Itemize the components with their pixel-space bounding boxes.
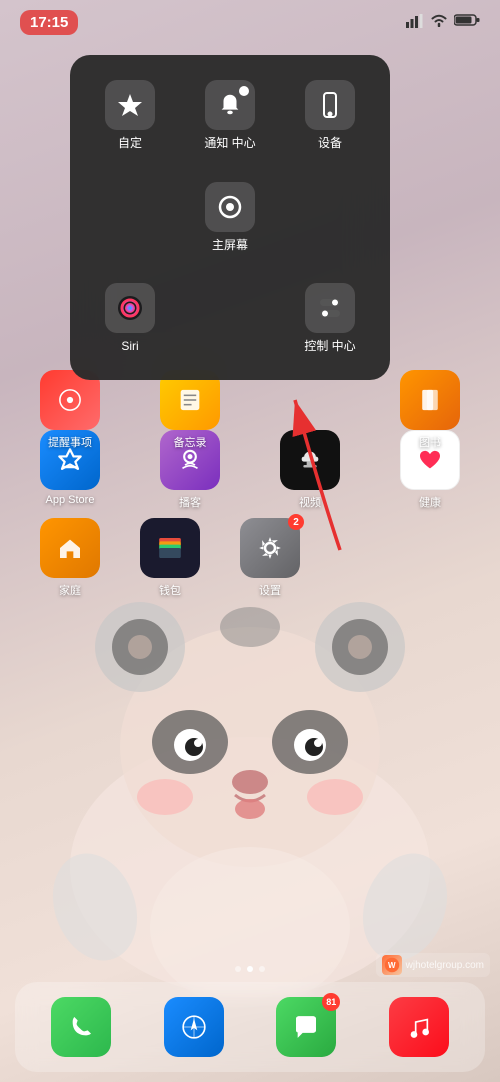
menu-item-device[interactable]: 设备	[285, 70, 375, 162]
settings-badge: 2	[288, 514, 304, 530]
appletv-label: 视频	[299, 494, 321, 510]
menu-notification-label: 通知 中心	[204, 136, 255, 152]
bell-icon-box	[205, 80, 255, 130]
dock-safari[interactable]	[164, 997, 224, 1057]
music-dock-icon	[389, 997, 449, 1057]
context-menu: 自定 通知 中心 设备 主屏幕	[70, 55, 390, 380]
menu-controlcenter-label: 控制 中心	[304, 339, 355, 355]
dock-music[interactable]	[389, 997, 449, 1057]
safari-dock-icon	[164, 997, 224, 1057]
wallet-label: 钱包	[159, 582, 181, 598]
app-grid: App Store 播客 视频	[0, 430, 500, 606]
dock: 81	[15, 982, 485, 1072]
home-icon	[40, 518, 100, 578]
menu-item-homescreen[interactable]: 主屏幕	[185, 172, 275, 264]
app-books[interactable]: 图书	[390, 370, 470, 450]
app-notes[interactable]: 备忘录	[150, 370, 230, 450]
wallpaper-panda	[20, 547, 480, 997]
menu-item-notification[interactable]: 通知 中心	[185, 70, 275, 162]
phone-dock-icon	[51, 997, 111, 1057]
menu-homescreen-label: 主屏幕	[212, 238, 248, 254]
podcasts-label: 播客	[179, 494, 201, 510]
status-icons	[406, 13, 480, 32]
app-wallet[interactable]: 钱包	[130, 518, 210, 598]
reminder-label: 提醒事项	[48, 434, 92, 450]
app-home[interactable]: 家庭	[30, 518, 110, 598]
dock-messages[interactable]: 81	[276, 997, 336, 1057]
status-time: 17:15	[20, 10, 78, 35]
page-dot-2	[247, 966, 253, 972]
page-dots	[235, 966, 265, 972]
app-settings[interactable]: 2 设置	[230, 518, 310, 598]
menu-item-controlcenter[interactable]: 控制 中心	[285, 273, 375, 365]
page-dot-3	[259, 966, 265, 972]
app-row-1-partial: 提醒事项 备忘录 图书	[0, 370, 500, 450]
app-reminder[interactable]: 提醒事项	[30, 370, 110, 450]
phone-outline-icon-box	[305, 80, 355, 130]
notification-dot	[239, 86, 249, 96]
star-icon-box	[105, 80, 155, 130]
menu-siri-label: Siri	[121, 339, 138, 355]
siri-icon-box	[105, 283, 155, 333]
settings-icon-wrap: 2	[240, 518, 300, 582]
toggle-icon-box	[305, 283, 355, 333]
messages-badge: 81	[322, 993, 340, 1011]
watermark-logo: W	[382, 955, 402, 975]
health-label: 健康	[419, 494, 441, 510]
wallet-icon	[140, 518, 200, 578]
menu-device-label: 设备	[318, 136, 342, 152]
wifi-icon	[430, 13, 448, 32]
watermark-text: wjhotelgroup.com	[406, 960, 484, 971]
watermark: W wjhotelgroup.com	[376, 953, 490, 977]
home-label: 家庭	[59, 582, 81, 598]
dock-phone[interactable]	[51, 997, 111, 1057]
books-icon	[400, 370, 460, 430]
menu-item-customize[interactable]: 自定	[85, 70, 175, 162]
notes-label: 备忘录	[174, 434, 207, 450]
app-row-3: 家庭 钱包	[10, 518, 490, 598]
settings-label: 设置	[259, 582, 281, 598]
menu-item-siri[interactable]: Siri	[85, 273, 175, 365]
svg-text:W: W	[388, 961, 396, 970]
battery-icon	[454, 13, 480, 32]
menu-customize-label: 自定	[118, 136, 142, 152]
books-label: 图书	[419, 434, 441, 450]
status-bar: 17:15	[0, 0, 500, 44]
homescreen-icon-box	[205, 182, 255, 232]
signal-icon	[406, 14, 424, 31]
page-dot-1	[235, 966, 241, 972]
appstore-label: App Store	[46, 494, 95, 506]
